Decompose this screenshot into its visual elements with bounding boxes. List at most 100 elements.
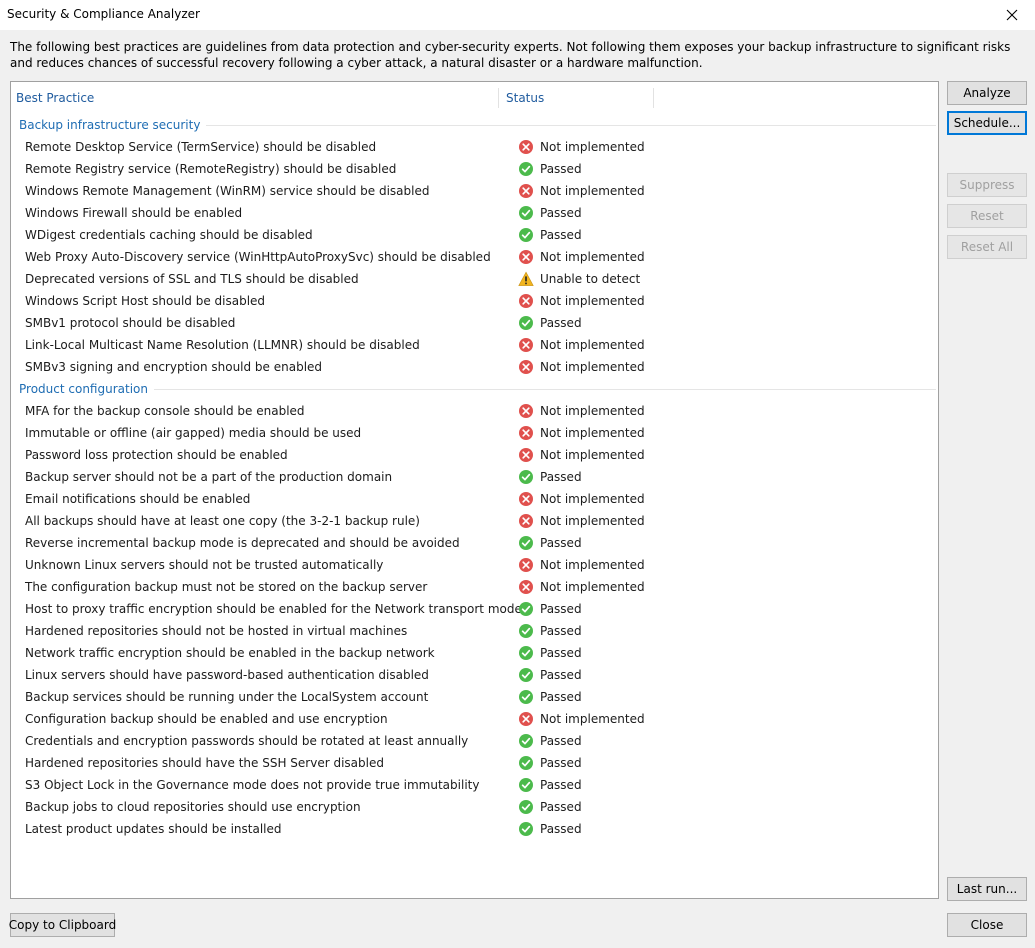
schedule-button[interactable]: Schedule... [947,111,1027,135]
best-practice-text: Windows Script Host should be disabled [25,294,266,308]
status-text: Passed [540,602,582,616]
status-text: Passed [540,668,582,682]
table-row[interactable]: The configuration backup must not be sto… [11,576,938,598]
table-row[interactable]: Network traffic encryption should be ena… [11,642,938,664]
best-practice-text: Deprecated versions of SSL and TLS shoul… [25,272,359,286]
table-row[interactable]: Credentials and encryption passwords sho… [11,730,938,752]
best-practice-text: Reverse incremental backup mode is depre… [25,536,460,550]
best-practice-text: Linux servers should have password-based… [25,668,429,682]
table-row[interactable]: Backup server should not be a part of th… [11,466,938,488]
table-row[interactable]: Windows Remote Management (WinRM) servic… [11,180,938,202]
error-icon [518,403,534,419]
best-practice-text: Network traffic encryption should be ena… [25,646,435,660]
group-header[interactable]: Backup infrastructure security [19,114,200,136]
passed-icon [518,535,534,551]
table-row[interactable]: All backups should have at least one cop… [11,510,938,532]
passed-icon [518,733,534,749]
status-text: Passed [540,800,582,814]
reset-button[interactable]: Reset [947,204,1027,228]
close-button[interactable]: Close [947,913,1027,937]
table-row[interactable]: Backup services should be running under … [11,686,938,708]
table-row[interactable]: Windows Script Host should be disabled No… [11,290,938,312]
passed-icon [518,205,534,221]
best-practice-text: Password loss protection should be enabl… [25,448,288,462]
passed-icon [518,755,534,771]
status-text: Not implemented [540,184,645,198]
passed-icon [518,601,534,617]
status-text: Not implemented [540,338,645,352]
status-text: Not implemented [540,580,645,594]
group-header[interactable]: Product configuration [19,378,148,400]
table-row[interactable]: Unknown Linux servers should not be trus… [11,554,938,576]
column-header-best-practice[interactable]: Best Practice [16,82,94,114]
table-row[interactable]: Hardened repositories should not be host… [11,620,938,642]
passed-icon [518,645,534,661]
table-row[interactable]: S3 Object Lock in the Governance mode do… [11,774,938,796]
table-row[interactable]: Password loss protection should be enabl… [11,444,938,466]
table-row[interactable]: Backup jobs to cloud repositories should… [11,796,938,818]
copy-to-clipboard-button[interactable]: Copy to Clipboard [9,913,116,937]
last-run-button[interactable]: Last run... [947,877,1027,901]
best-practice-text: Remote Desktop Service (TermService) sho… [25,140,377,154]
table-row[interactable]: MFA for the backup console should be ena… [11,400,938,422]
table-row[interactable]: Remote Desktop Service (TermService) sho… [11,136,938,158]
error-icon [518,513,534,529]
table-row[interactable]: Email notifications should be enabled Not… [11,488,938,510]
best-practice-text: Hardened repositories should have the SS… [25,756,384,770]
best-practice-text: WDigest credentials caching should be di… [25,228,313,242]
analyze-button[interactable]: Analyze [947,81,1027,105]
status-text: Passed [540,778,582,792]
table-row[interactable]: Reverse incremental backup mode is depre… [11,532,938,554]
status-text: Not implemented [540,294,645,308]
status-text: Unable to detect [540,272,641,286]
table-row[interactable]: SMBv3 signing and encryption should be e… [11,356,938,378]
status-text: Passed [540,206,582,220]
table-row[interactable]: SMBv1 protocol should be disabled Passed [11,312,938,334]
table-row[interactable]: Host to proxy traffic encryption should … [11,598,938,620]
status-text: Not implemented [540,426,645,440]
best-practice-text: The configuration backup must not be sto… [25,580,428,594]
close-icon[interactable] [989,0,1035,30]
window-title: Security & Compliance Analyzer [7,7,200,21]
best-practice-text: Latest product updates should be install… [25,822,282,836]
passed-icon [518,161,534,177]
best-practice-text: Link-Local Multicast Name Resolution (LL… [25,338,420,352]
table-row[interactable]: Immutable or offline (air gapped) media … [11,422,938,444]
passed-icon [518,315,534,331]
passed-icon [518,469,534,485]
table-row[interactable]: Windows Firewall should be enabled Passed [11,202,938,224]
passed-icon [518,821,534,837]
passed-icon [518,777,534,793]
error-icon [518,579,534,595]
column-header-status[interactable]: Status [506,82,544,114]
suppress-button[interactable]: Suppress [947,173,1027,197]
error-icon [518,491,534,507]
column-separator[interactable] [498,88,499,108]
best-practice-text: Credentials and encryption passwords sho… [25,734,469,748]
passed-icon [518,667,534,683]
table-row[interactable]: Hardened repositories should have the SS… [11,752,938,774]
error-icon [518,557,534,573]
status-text: Passed [540,162,582,176]
best-practice-text: Remote Registry service (RemoteRegistry)… [25,162,397,176]
status-text: Not implemented [540,492,645,506]
best-practice-text: Windows Firewall should be enabled [25,206,243,220]
column-separator[interactable] [653,88,654,108]
status-text: Passed [540,756,582,770]
status-text: Passed [540,228,582,242]
error-icon [518,139,534,155]
table-row[interactable]: Linux servers should have password-based… [11,664,938,686]
table-row[interactable]: Deprecated versions of SSL and TLS shoul… [11,268,938,290]
table-row[interactable]: Link-Local Multicast Name Resolution (LL… [11,334,938,356]
status-text: Passed [540,624,582,638]
table-row[interactable]: WDigest credentials caching should be di… [11,224,938,246]
table-row[interactable]: Web Proxy Auto-Discovery service (WinHtt… [11,246,938,268]
best-practices-list[interactable]: Best Practice Status Backup infrastructu… [10,81,939,899]
error-icon [518,337,534,353]
table-row[interactable]: Remote Registry service (RemoteRegistry)… [11,158,938,180]
reset-all-button[interactable]: Reset All [947,235,1027,259]
error-icon [518,293,534,309]
table-row[interactable]: Configuration backup should be enabled a… [11,708,938,730]
table-row[interactable]: Latest product updates should be install… [11,818,938,840]
status-text: Not implemented [540,250,645,264]
